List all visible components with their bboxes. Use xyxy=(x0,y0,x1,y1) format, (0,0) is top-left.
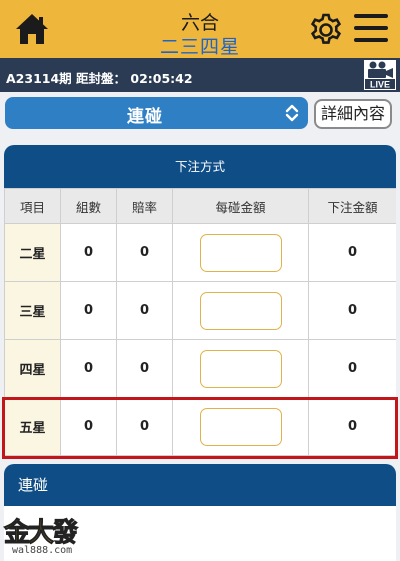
row-odds: 0 xyxy=(116,339,173,398)
play-type-value: 連碰 xyxy=(127,107,163,127)
bet-panel: 下注方式 項目 組數 賠率 每碰金額 下注金額 二星 0 0 0 三星 0 0 … xyxy=(4,145,396,457)
amount-input[interactable] xyxy=(199,349,282,388)
amount-input[interactable] xyxy=(199,407,282,446)
amount-input[interactable] xyxy=(199,291,282,330)
watermark-logo: 金大發 wal888.com xyxy=(3,512,104,558)
row-amount-cell xyxy=(172,397,309,456)
row-amount-cell xyxy=(172,223,309,282)
row-bet-amount: 0 xyxy=(308,223,396,282)
row-item: 五星 xyxy=(4,397,61,456)
bet-panel-title: 下注方式 xyxy=(4,145,396,188)
table-row: 四星 0 0 0 xyxy=(4,339,396,398)
column-header-odds: 賠率 xyxy=(116,188,173,224)
row-item: 四星 xyxy=(4,339,61,398)
details-button[interactable]: 詳細內容 xyxy=(314,99,392,129)
app-header: 六合 二三四星 xyxy=(0,0,400,60)
live-camera-icon[interactable]: LIVE xyxy=(364,60,396,90)
row-odds: 0 xyxy=(116,397,173,456)
row-groups: 0 xyxy=(60,281,117,340)
number-panel-title: 連碰 xyxy=(4,464,396,506)
row-bet-amount: 0 xyxy=(308,339,396,398)
row-groups: 0 xyxy=(60,339,117,398)
column-header-per-amount: 每碰金額 xyxy=(172,188,309,224)
logo-url: wal888.com xyxy=(12,545,73,556)
table-header-row: 項目 組數 賠率 每碰金額 下注金額 xyxy=(4,188,396,224)
row-amount-cell xyxy=(172,281,309,340)
countdown-bar: A23114期 距封盤： 02:05:42 xyxy=(0,58,400,92)
column-header-groups: 組數 xyxy=(60,188,117,224)
table-row: 二星 0 0 0 xyxy=(4,223,396,282)
bet-table: 項目 組數 賠率 每碰金額 下注金額 二星 0 0 0 三星 0 0 0 四星 … xyxy=(4,188,396,456)
table-row: 三星 0 0 0 xyxy=(4,281,396,340)
game-type-label: 二三四星 xyxy=(158,36,241,60)
row-groups: 0 xyxy=(60,223,117,282)
menu-icon[interactable] xyxy=(354,14,388,44)
play-type-select[interactable]: 連碰 xyxy=(5,97,308,129)
logo-text: 金大發 xyxy=(3,518,78,549)
row-bet-amount: 0 xyxy=(308,397,396,456)
row-amount-cell xyxy=(172,339,309,398)
period-countdown: A23114期 距封盤： 02:05:42 xyxy=(6,71,193,86)
row-odds: 0 xyxy=(116,223,173,282)
row-item: 三星 xyxy=(4,281,61,340)
row-bet-amount: 0 xyxy=(308,281,396,340)
row-odds: 0 xyxy=(116,281,173,340)
row-item: 二星 xyxy=(4,223,61,282)
column-header-bet-amount: 下注金額 xyxy=(308,188,396,224)
row-groups: 0 xyxy=(60,397,117,456)
live-label: LIVE xyxy=(370,80,390,90)
gear-icon[interactable] xyxy=(308,12,344,48)
table-row: 五星 0 0 0 xyxy=(4,397,396,456)
chevron-updown-icon xyxy=(285,104,299,122)
column-header-item: 項目 xyxy=(4,188,61,224)
amount-input[interactable] xyxy=(199,233,282,272)
